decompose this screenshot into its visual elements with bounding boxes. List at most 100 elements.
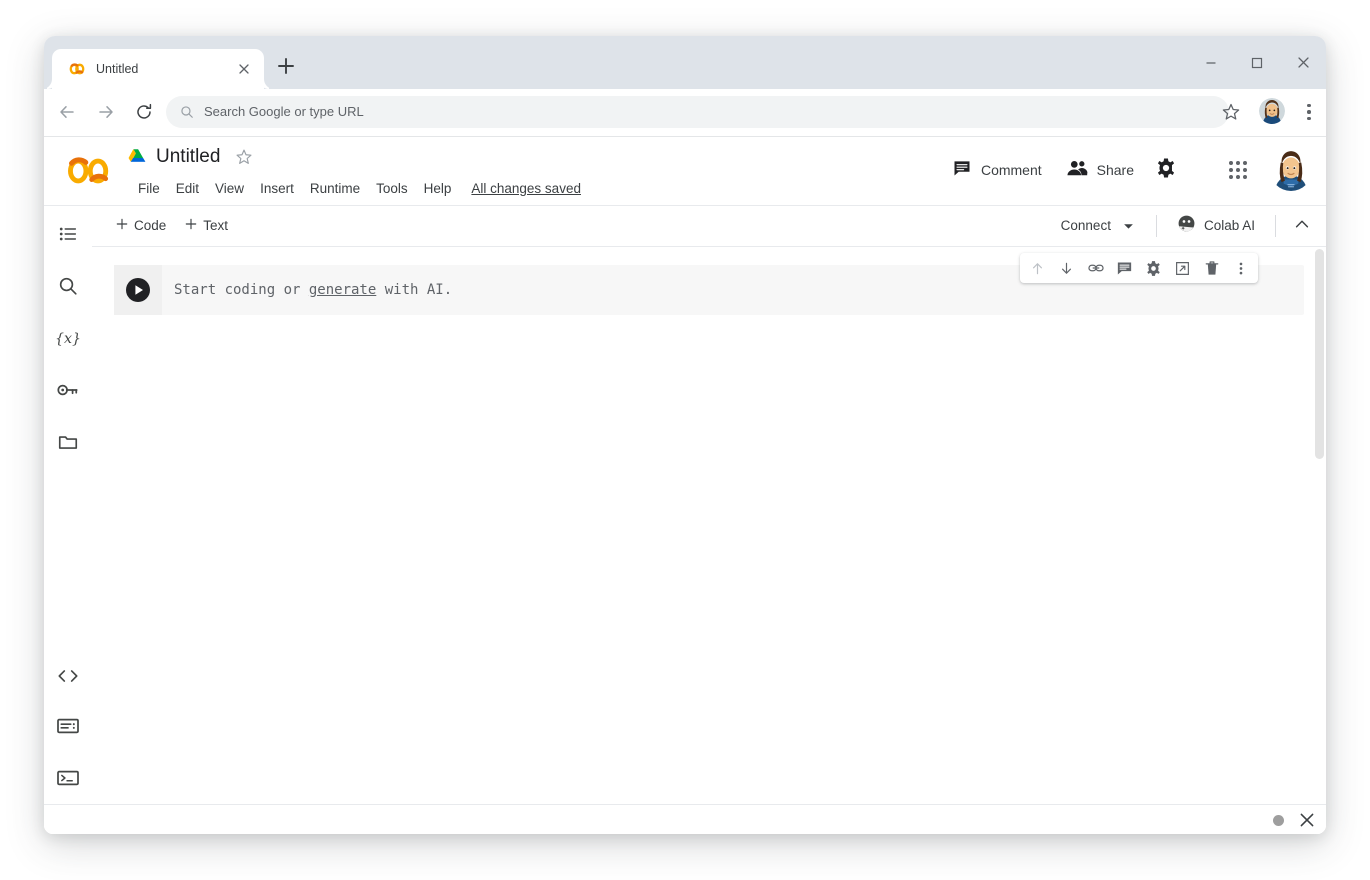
notebook-canvas: Start coding or generate with AI.: [92, 247, 1326, 834]
browser-tab[interactable]: Untitled: [52, 49, 264, 89]
placeholder-before: Start coding or: [174, 282, 309, 298]
menu-item-insert[interactable]: Insert: [252, 177, 302, 201]
arrow-right-icon[interactable]: [91, 97, 121, 127]
left-sidebar: {x}: [44, 206, 93, 834]
sidebar-item-files[interactable]: [52, 426, 84, 458]
address-bar[interactable]: Search Google or type URL: [166, 96, 1229, 128]
sidebar-item-command-palette[interactable]: [52, 710, 84, 742]
toolbar-divider: [1156, 215, 1157, 237]
colab-ai-button[interactable]: Colab AI: [1167, 208, 1265, 244]
collapse-toolbar-button[interactable]: [1286, 210, 1318, 242]
star-outline-icon[interactable]: [234, 147, 254, 167]
save-status-link[interactable]: All changes saved: [471, 180, 581, 198]
colab-icon: [68, 60, 86, 78]
chevron-up-icon: [1293, 215, 1311, 238]
cell-placeholder-text[interactable]: Start coding or generate with AI.: [174, 280, 452, 300]
comment-label: Comment: [981, 160, 1042, 180]
status-bar: [44, 804, 1326, 834]
notebook-scrollbar[interactable]: [1312, 247, 1326, 834]
cell-open-in-tab-button[interactable]: [1168, 255, 1197, 281]
plus-icon: [115, 217, 129, 236]
maximize-button[interactable]: [1234, 46, 1280, 80]
close-icon[interactable]: [236, 61, 252, 77]
close-icon[interactable]: [1298, 811, 1316, 829]
three-dot-menu-icon[interactable]: [1299, 100, 1319, 124]
google-drive-icon: [128, 148, 148, 166]
cell-toolbar: [1020, 253, 1258, 283]
cell-delete-button[interactable]: [1197, 255, 1226, 281]
cell-more-options-button[interactable]: [1226, 255, 1255, 281]
colab-logo[interactable]: [62, 155, 116, 187]
colab-body: {x}: [44, 206, 1326, 834]
plus-icon: [184, 217, 198, 236]
star-outline-icon[interactable]: [1220, 101, 1242, 123]
status-dot-icon[interactable]: [1273, 815, 1284, 826]
apps-grid-icon: [1229, 161, 1247, 179]
cell-move-down-button[interactable]: [1052, 255, 1081, 281]
cell-move-up-button[interactable]: [1023, 255, 1052, 281]
reload-icon[interactable]: [129, 97, 159, 127]
profile-avatar[interactable]: [1259, 98, 1285, 124]
colab-ai-label: Colab AI: [1204, 217, 1255, 235]
placeholder-after: with AI.: [376, 282, 452, 298]
notebook-toolbar-right: Connect: [1049, 206, 1318, 246]
avatar[interactable]: [1270, 149, 1312, 191]
menu-item-edit[interactable]: Edit: [168, 177, 207, 201]
sidebar-item-variables[interactable]: {x}: [52, 322, 84, 354]
sidebar-item-secrets[interactable]: [52, 374, 84, 406]
share-button[interactable]: Share: [1054, 150, 1146, 191]
new-tab-button[interactable]: [272, 52, 300, 80]
header-actions: Comment Share: [940, 149, 1312, 191]
connect-label: Connect: [1061, 217, 1111, 235]
browser-tab-title: Untitled: [96, 61, 236, 77]
play-icon[interactable]: [125, 277, 151, 303]
notebook-toolbar: Code Text Connect: [92, 206, 1326, 247]
search-icon: [180, 105, 194, 119]
sidebar-item-code-snippets[interactable]: [52, 660, 84, 692]
menu-item-file[interactable]: File: [130, 177, 168, 201]
cell-link-button[interactable]: [1081, 255, 1110, 281]
connect-button[interactable]: Connect: [1049, 211, 1146, 241]
toolbar-divider: [1275, 215, 1276, 237]
page-title[interactable]: Untitled: [156, 145, 220, 169]
browser-toolbar: Search Google or type URL: [44, 89, 1326, 137]
menu-item-view[interactable]: View: [207, 177, 252, 201]
gear-icon: [1155, 157, 1177, 184]
add-code-label: Code: [134, 217, 166, 235]
colab-app: Untitled File Edit View Insert Runtime T…: [44, 137, 1326, 834]
scrollbar-thumb[interactable]: [1315, 249, 1324, 459]
cell-comment-button[interactable]: [1110, 255, 1139, 281]
add-text-label: Text: [203, 217, 228, 235]
people-icon: [1066, 158, 1088, 183]
browser-tab-strip: Untitled: [44, 36, 1326, 89]
settings-button[interactable]: [1146, 150, 1186, 190]
sidebar-item-terminal[interactable]: [52, 762, 84, 794]
close-window-button[interactable]: [1280, 46, 1326, 80]
svg-text:{x}: {x}: [56, 331, 80, 347]
code-cell[interactable]: Start coding or generate with AI.: [114, 265, 1304, 315]
chevron-down-icon: [1123, 217, 1134, 235]
minimize-button[interactable]: [1188, 46, 1234, 80]
colab-header: Untitled File Edit View Insert Runtime T…: [44, 137, 1326, 206]
cell-gutter: [114, 265, 162, 315]
document-title-row: Untitled: [128, 145, 254, 169]
comment-icon: [952, 158, 972, 183]
notebook-area: Code Text Connect: [92, 206, 1326, 834]
menu-item-tools[interactable]: Tools: [368, 177, 416, 201]
window-controls: [1188, 36, 1326, 89]
sidebar-item-table-of-contents[interactable]: [52, 218, 84, 250]
arrow-left-icon[interactable]: [52, 97, 82, 127]
colab-ai-icon: [1177, 214, 1196, 238]
browser-window: Untitled: [44, 36, 1326, 834]
google-apps-button[interactable]: [1218, 150, 1258, 190]
add-text-cell-button[interactable]: Text: [175, 212, 237, 241]
share-label: Share: [1097, 160, 1134, 180]
menu-item-runtime[interactable]: Runtime: [302, 177, 368, 201]
add-code-cell-button[interactable]: Code: [106, 212, 175, 241]
menu-item-help[interactable]: Help: [416, 177, 460, 201]
sidebar-item-find-and-replace[interactable]: [52, 270, 84, 302]
cell-settings-button[interactable]: [1139, 255, 1168, 281]
generate-link[interactable]: generate: [309, 282, 376, 298]
comment-button[interactable]: Comment: [940, 150, 1054, 191]
address-bar-placeholder: Search Google or type URL: [204, 104, 364, 120]
